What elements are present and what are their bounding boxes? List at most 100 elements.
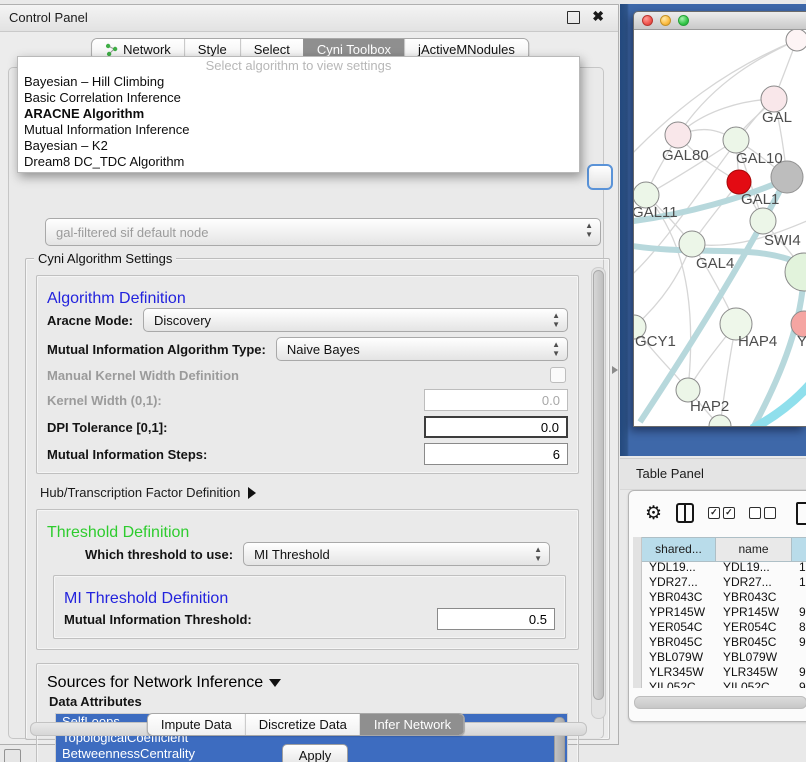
mi-steps-row: Mutual Information Steps: [47, 443, 568, 465]
combo-arrows-icon: ▲▼ [552, 340, 560, 358]
control-panel-titlebar: Control Panel ✖ [0, 5, 618, 32]
dropdown-item[interactable]: Bayesian – K2 [18, 138, 579, 154]
mi-algorithm-type-combo[interactable]: Naive Bayes ▲▼ [276, 337, 568, 361]
table-row[interactable]: YBL079WYBL079W [633, 650, 806, 665]
expand-right-icon [248, 487, 256, 499]
node-label: Y [797, 333, 806, 350]
hub-definition-expander[interactable]: Hub/Transcription Factor Definition [40, 485, 579, 500]
screen: Control Panel ✖ Network Style Select Cyn… [0, 0, 806, 762]
deselect-all-icon[interactable] [749, 507, 776, 519]
node-label: GAL10 [736, 150, 783, 167]
algorithm-dropdown-list: Select algorithm to view settings Bayesi… [17, 56, 580, 173]
zoom-traffic-light-icon[interactable] [678, 15, 689, 26]
sources-group-title[interactable]: Sources for Network Inference [47, 674, 281, 691]
dpi-tolerance-field[interactable] [424, 416, 568, 438]
tab-impute-data[interactable]: Impute Data [148, 714, 245, 735]
table-row[interactable]: YBR045CYBR045C9. [633, 635, 806, 650]
minimized-panel-icon[interactable] [4, 749, 21, 762]
node-label: GAL80 [662, 147, 709, 164]
node-swi4 [750, 208, 776, 234]
select-all-icon[interactable]: ✓✓ [708, 507, 735, 519]
cyni-bottom-tabs: Impute Data Discretize Data Infer Networ… [147, 713, 465, 736]
settings-vertical-scrollbar[interactable] [591, 267, 606, 719]
combo-arrows-icon: ▲▼ [585, 221, 593, 239]
collapse-down-icon [269, 679, 281, 687]
which-threshold-combo[interactable]: MI Threshold ▲▼ [243, 542, 550, 566]
aracne-mode-combo[interactable]: Discovery ▲▼ [143, 308, 568, 332]
minimize-traffic-light-icon[interactable] [660, 15, 671, 26]
network-canvas[interactable]: GAL GAL80 GAL10 GAL1 GAL11 SWI4 GAL4 GCY… [634, 30, 806, 426]
dropdown-item[interactable]: Bayesian – Hill Climbing [18, 74, 579, 90]
table-row[interactable]: YIL052CYIL052C9 [633, 680, 806, 688]
dpi-tolerance-label: DPI Tolerance [0,1]: [47, 420, 167, 435]
table-panel: ⚙ ✓✓ shared... name A YDL19...YDL19...13… [628, 490, 806, 722]
data-attributes-label: Data Attributes [49, 694, 568, 709]
dropdown-item-selected[interactable]: ARACNE Algorithm [18, 106, 579, 122]
node-label: GCY1 [635, 333, 676, 350]
kernel-width-row: Kernel Width (0,1): [47, 389, 568, 411]
mi-threshold-field[interactable] [437, 608, 555, 630]
node-table[interactable]: shared... name A YDL19...YDL19...13 YDR2… [633, 537, 806, 699]
table-horizontal-scrollbar[interactable] [634, 696, 806, 709]
network-selector-combo[interactable]: gal-filtered sif default node ▲▼ [45, 218, 601, 246]
apply-button[interactable]: Apply [282, 744, 348, 762]
table-row[interactable]: YLR345WYLR345W9. [633, 665, 806, 680]
algorithm-definition-title: Algorithm Definition [47, 290, 186, 307]
column-header-partial[interactable]: A [792, 537, 806, 562]
aracne-mode-label: Aracne Mode: [47, 313, 133, 328]
control-panel-title: Control Panel [9, 10, 88, 25]
node-label: GAL11 [634, 204, 678, 221]
row-gutter [633, 537, 642, 562]
aracne-mode-row: Aracne Mode: Discovery ▲▼ [47, 308, 568, 332]
cyni-algorithm-settings-group: Cyni Algorithm Settings Algorithm Defini… [25, 258, 610, 740]
table-row[interactable]: YBR043CYBR043C [633, 590, 806, 605]
dropdown-item[interactable]: Basic Correlation Inference [18, 90, 579, 106]
table-panel-titlebar: Table Panel [620, 458, 806, 490]
table-row[interactable]: YDL19...YDL19...13 [633, 560, 806, 575]
node-label: GAL [762, 109, 792, 126]
close-icon[interactable]: ✖ [592, 8, 604, 25]
column-selector-icon[interactable] [676, 503, 694, 523]
algorithm-combo-focus-fragment[interactable] [587, 164, 613, 190]
node-label: GAL1 [741, 191, 779, 208]
table-row[interactable]: YDR27...YDR27...12 [633, 575, 806, 590]
threshold-definition-group: Threshold Definition Which threshold to … [36, 509, 579, 650]
dropdown-item[interactable]: Mutual Information Inference [18, 122, 579, 138]
dropdown-item[interactable]: Dream8 DC_TDC Algorithm [18, 154, 579, 170]
tab-network-label: Network [123, 42, 171, 57]
manual-kernel-checkbox[interactable] [550, 367, 566, 383]
table-row[interactable]: YER054CYER054C8. [633, 620, 806, 635]
column-header-shared[interactable]: shared... [642, 537, 716, 562]
kernel-width-field[interactable] [424, 389, 568, 411]
mi-steps-label: Mutual Information Steps: [47, 447, 207, 462]
threshold-definition-title: Threshold Definition [47, 524, 189, 541]
manual-kernel-label: Manual Kernel Width Definition [47, 368, 239, 383]
node [709, 415, 731, 426]
node [786, 30, 806, 51]
table-toolbar: ⚙ ✓✓ [629, 491, 806, 535]
column-header-name[interactable]: name [716, 537, 792, 562]
tab-cyni-toolbox-label: Cyni Toolbox [317, 42, 391, 57]
panel-divider-arrow-icon[interactable] [612, 366, 618, 374]
tab-select-label: Select [254, 42, 290, 57]
network-window-titlebar[interactable] [634, 12, 806, 30]
settings-gear-icon[interactable]: ⚙ [645, 504, 662, 523]
mi-algorithm-type-label: Mutual Information Algorithm Type: [47, 342, 266, 357]
network-desktop: GAL GAL80 GAL10 GAL1 GAL11 SWI4 GAL4 GCY… [620, 4, 806, 456]
float-window-icon[interactable] [567, 11, 580, 24]
tab-style-label: Style [198, 42, 227, 57]
table-export-icon[interactable] [796, 502, 806, 525]
close-traffic-light-icon[interactable] [642, 15, 653, 26]
dropdown-hint: Select algorithm to view settings [18, 57, 579, 74]
node-gal4 [679, 231, 705, 257]
table-header-row: shared... name A [633, 537, 806, 560]
node-label: SWI4 [764, 232, 801, 249]
tab-infer-network[interactable]: Infer Network [360, 714, 464, 735]
tab-discretize-data[interactable]: Discretize Data [245, 714, 360, 735]
network-selector-value: gal-filtered sif default node [56, 225, 208, 240]
combo-arrows-icon: ▲▼ [552, 311, 560, 329]
table-row[interactable]: YPR145WYPR145W9. [633, 605, 806, 620]
mi-steps-field[interactable] [424, 443, 568, 465]
tab-discretize-data-label: Discretize Data [259, 717, 347, 732]
aracne-mode-value: Discovery [154, 313, 211, 328]
